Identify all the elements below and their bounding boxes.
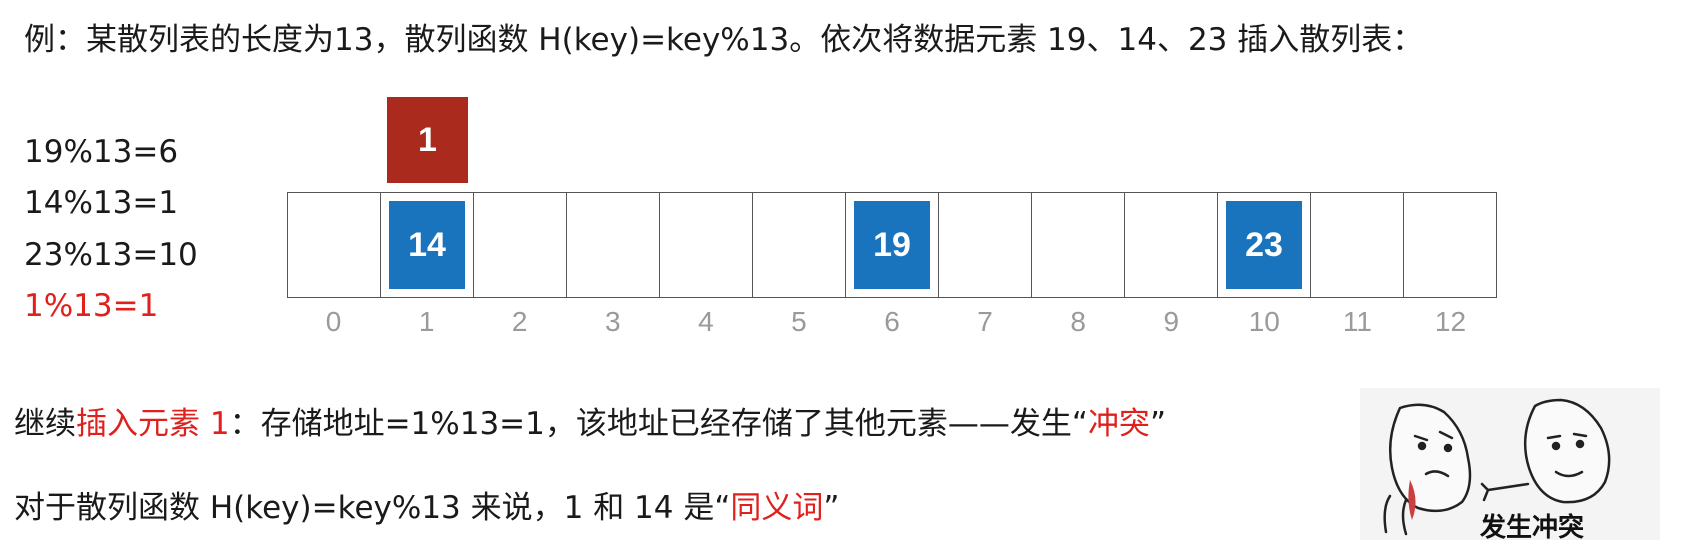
para1-highlight-insert: 插入元素 1: [76, 406, 230, 442]
calc-line-1: 19%13=6: [24, 134, 179, 170]
hash-slot: [1404, 193, 1496, 297]
slot-index-row: 0 1 2 3 4 5 6 7 8 9 10 11 12: [287, 306, 1497, 338]
stored-element: 23: [1226, 201, 1302, 289]
slot-index: 0: [325, 306, 342, 337]
page-title: 例：某散列表的长度为13，散列函数 H(key)=key%13。依次将数据元素 …: [24, 22, 1424, 58]
hash-slot: [474, 193, 567, 297]
hash-slot: [567, 193, 660, 297]
conflict-element-box: 1: [387, 97, 468, 183]
para2-text-b: ”: [823, 490, 840, 526]
calc-line-4: 1%13=1: [24, 288, 159, 324]
para1-text-c: ”: [1149, 406, 1166, 442]
slot-index: 8: [1070, 306, 1086, 337]
hash-slot: [939, 193, 1032, 297]
hash-slot: 19: [846, 193, 939, 297]
stored-element: 14: [389, 201, 465, 289]
meme-caption: 发生冲突: [1479, 512, 1584, 540]
slot-index: 9: [1163, 306, 1180, 337]
para2-text-a: 对于散列函数 H(key)=key%13 来说，1 和 14 是“: [14, 490, 731, 526]
slot-index: 3: [604, 306, 621, 337]
hash-slot: [1032, 193, 1125, 297]
meme-illustration: 发生冲突: [1360, 388, 1660, 543]
synonym-explanation: 对于散列函数 H(key)=key%13 来说，1 和 14 是“同义词”: [14, 482, 839, 527]
hash-slot: [1311, 193, 1404, 297]
hash-slot: [753, 193, 846, 297]
slot-index: 12: [1434, 306, 1467, 337]
calc-line-3: 23%13=10: [24, 237, 198, 273]
slot-index: 10: [1248, 306, 1280, 337]
hash-slot: [1125, 193, 1218, 297]
para1-highlight-conflict: 冲突: [1087, 406, 1150, 442]
hash-slot: 23: [1218, 193, 1311, 297]
conflict-meme-image: 发生冲突: [1360, 388, 1660, 543]
stored-element: 19: [854, 201, 930, 289]
conflict-explanation: 继续插入元素 1：存储地址=1%13=1，该地址已经存储了其他元素——发生“冲突…: [14, 398, 1166, 443]
slot-index: 1: [418, 306, 435, 337]
hash-slot: [660, 193, 753, 297]
slot-index: 6: [884, 306, 900, 337]
calc-line-2: 14%13=1: [24, 185, 179, 221]
slot-index: 5: [791, 306, 807, 337]
para1-text-a: 继续: [14, 406, 76, 442]
slot-index: 4: [698, 306, 714, 337]
hash-slot: 14: [381, 193, 474, 297]
hash-table: 14 19 23: [287, 192, 1497, 298]
slot-index: 7: [977, 306, 993, 337]
para2-highlight-synonym: 同义词: [730, 490, 824, 526]
slot-index: 2: [511, 306, 528, 337]
para1-text-b: ：存储地址=1%13=1，该地址已经存储了其他元素——发生“: [229, 406, 1088, 442]
slot-index: 11: [1342, 306, 1372, 337]
hash-slot: [288, 193, 381, 297]
